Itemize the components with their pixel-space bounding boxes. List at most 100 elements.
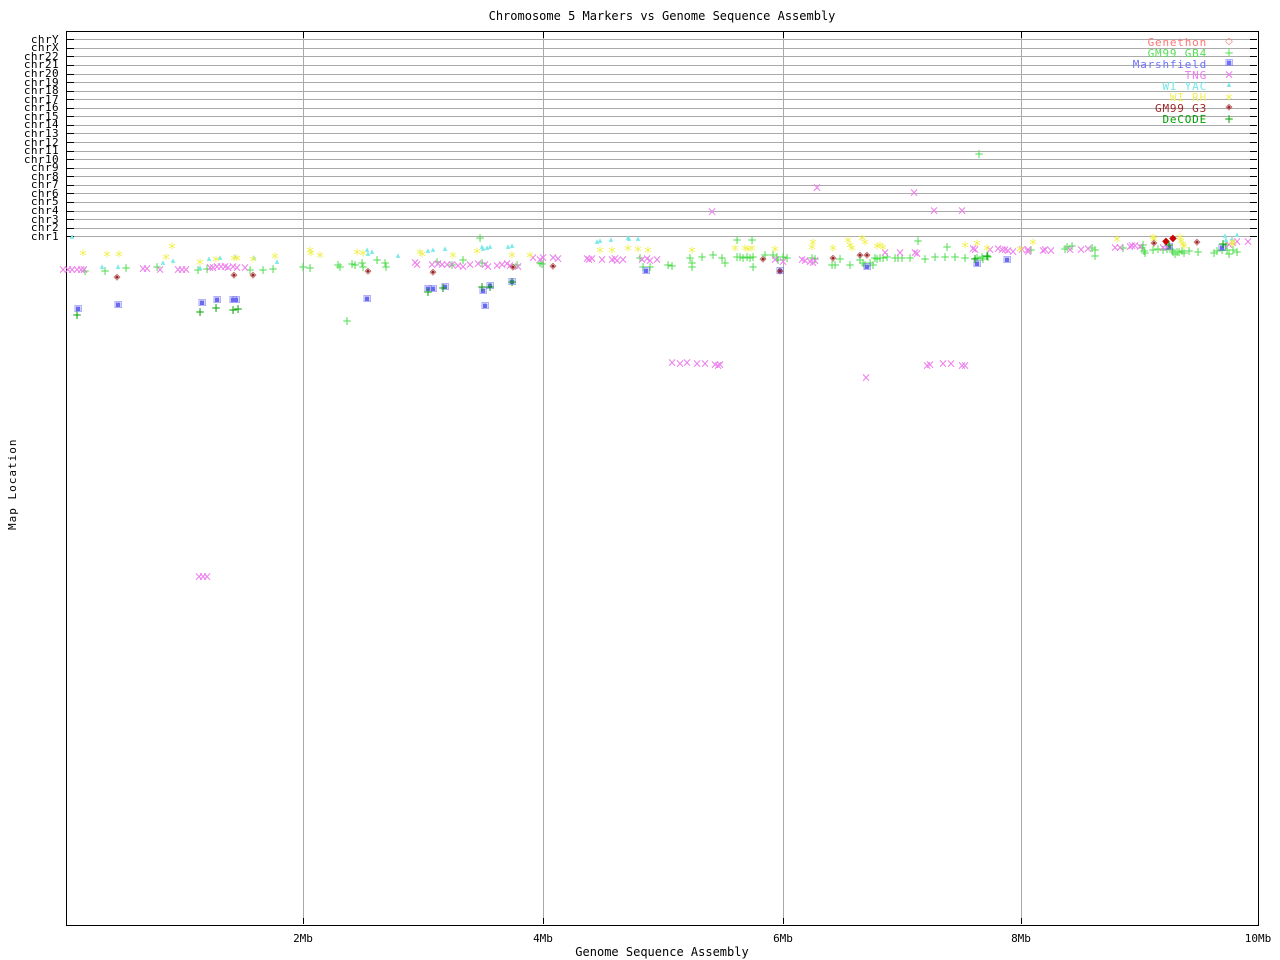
wi_rh-marker: * (1016, 242, 1024, 261)
marshfield-marker: ▣ (862, 262, 872, 273)
tng-marker: × (956, 203, 968, 218)
chr-tick-left (67, 219, 74, 221)
y-axis-title: Map Location (6, 438, 19, 530)
chr-tick-right (1250, 193, 1257, 195)
chr-tick-left (67, 39, 74, 41)
legend-marker-tng: × (1223, 67, 1235, 82)
decode-marker: + (1217, 236, 1229, 251)
gm99_g3-marker: ◈ (364, 266, 372, 277)
chr-tick-right (1250, 219, 1257, 221)
chr-tick-right (1250, 82, 1257, 84)
wi_rh-marker: * (359, 246, 367, 265)
chr-gridline (67, 142, 1257, 144)
gm99_gb4-marker: + (257, 262, 269, 277)
wi_yac-marker: ▴ (430, 245, 436, 256)
tng-marker: × (699, 356, 711, 371)
chr-tick-left (67, 56, 74, 58)
chr-tick-left (67, 47, 74, 49)
gm99_g3-marker: ◈ (856, 250, 864, 261)
tng-marker: × (1045, 243, 1057, 258)
tng-marker: × (1082, 241, 1094, 256)
chr-tick-right (1250, 150, 1257, 152)
chr-gridline (67, 210, 1257, 212)
wi_rh-marker: * (473, 244, 481, 263)
tng-marker: × (945, 356, 957, 371)
chr-tick-left (67, 150, 74, 152)
wi_rh-marker: * (196, 255, 204, 274)
chr-tick-right (1250, 47, 1257, 49)
mb-tick-top (1021, 32, 1022, 38)
legend-label-decode: DeCODE (1162, 113, 1207, 126)
gm99_gb4-marker: + (341, 313, 353, 328)
mb-gridline (303, 32, 304, 924)
chr-tick-left (67, 107, 74, 109)
mb-tick-top (303, 32, 304, 38)
chr-tick-left (67, 227, 74, 229)
gm99_g3-marker: ◈ (829, 253, 837, 264)
marshfield-marker: ▣ (362, 294, 372, 305)
wi_rh-marker: * (271, 249, 279, 268)
gm99_g3-marker: ◈ (509, 262, 517, 273)
mb-tick-bottom (1021, 918, 1022, 924)
legend-marker-gm99-gb4: + (1223, 45, 1235, 60)
chr-tick-left (67, 176, 74, 178)
gm99_gb4-marker: + (686, 259, 698, 274)
x-tick-label-6Mb: 6Mb (773, 932, 793, 945)
wi_rh-marker: * (449, 248, 457, 267)
wi_rh-marker: * (212, 252, 220, 271)
mb-gridline (1021, 32, 1022, 924)
legend-marker-decode: + (1223, 111, 1235, 126)
wi_rh-marker: * (879, 240, 887, 259)
chr-tick-right (1250, 176, 1257, 178)
chr-tick-left (67, 201, 74, 203)
wi_rh-marker: * (644, 243, 652, 262)
wi_rh-marker: * (1113, 232, 1121, 251)
gm99_gb4-marker: + (666, 258, 678, 273)
mb-tick-bottom (303, 918, 304, 924)
tng-marker: × (78, 262, 90, 277)
chr-tick-left (67, 167, 74, 169)
chr-tick-left (67, 116, 74, 118)
chr-tick-left (67, 90, 74, 92)
chr-tick-right (1250, 210, 1257, 212)
x-tick-label-8Mb: 8Mb (1011, 932, 1031, 945)
wi_rh-marker: * (848, 241, 856, 260)
chr-tick-left (67, 124, 74, 126)
decode-marker: + (981, 248, 993, 263)
tng-marker: × (537, 250, 549, 265)
gm99_gb4-marker: + (949, 249, 961, 264)
wi_rh-marker: * (731, 241, 739, 260)
gm99_g3-marker: ◈ (549, 261, 557, 272)
wi_rh-marker: * (79, 246, 87, 265)
tng-marker: × (908, 185, 920, 200)
mb-tick-bottom (543, 918, 544, 924)
marshfield-marker: ▣ (641, 266, 651, 277)
tng-marker: × (811, 180, 823, 195)
chr-axis-label-chr1: chr1 (30, 229, 59, 243)
decode-marker: + (506, 274, 518, 289)
wi_rh-marker: * (115, 247, 123, 266)
wi_yac-marker: ▴ (69, 232, 75, 243)
wi_rh-marker: * (1180, 239, 1188, 258)
gm99_gb4-marker: + (380, 259, 392, 274)
chr-tick-left (67, 142, 74, 144)
chr-gridline (67, 193, 1257, 195)
wi_rh-marker: * (809, 235, 817, 254)
decode-marker: + (1163, 237, 1175, 252)
chr-tick-right (1250, 116, 1257, 118)
chr-gridline (67, 176, 1257, 178)
decode-marker: + (71, 307, 83, 322)
gm99_gb4-marker: + (334, 259, 346, 274)
gm99_g3-marker: ◈ (776, 266, 784, 277)
chr-tick-right (1250, 73, 1257, 75)
wi_rh-marker: * (688, 243, 696, 262)
x-tick-label-2Mb: 2Mb (293, 932, 313, 945)
wi_rh-marker: * (249, 252, 257, 271)
wi_rh-marker: * (634, 242, 642, 261)
chr-tick-right (1250, 142, 1257, 144)
gm99_g3-marker: ◈ (429, 267, 437, 278)
chr-gridline (67, 184, 1257, 186)
x-tick-label-10Mb: 10Mb (1244, 932, 1272, 945)
gm99_g3-marker: ◈ (113, 272, 121, 283)
legend-marker-wi-yac: ▴ (1226, 80, 1232, 91)
